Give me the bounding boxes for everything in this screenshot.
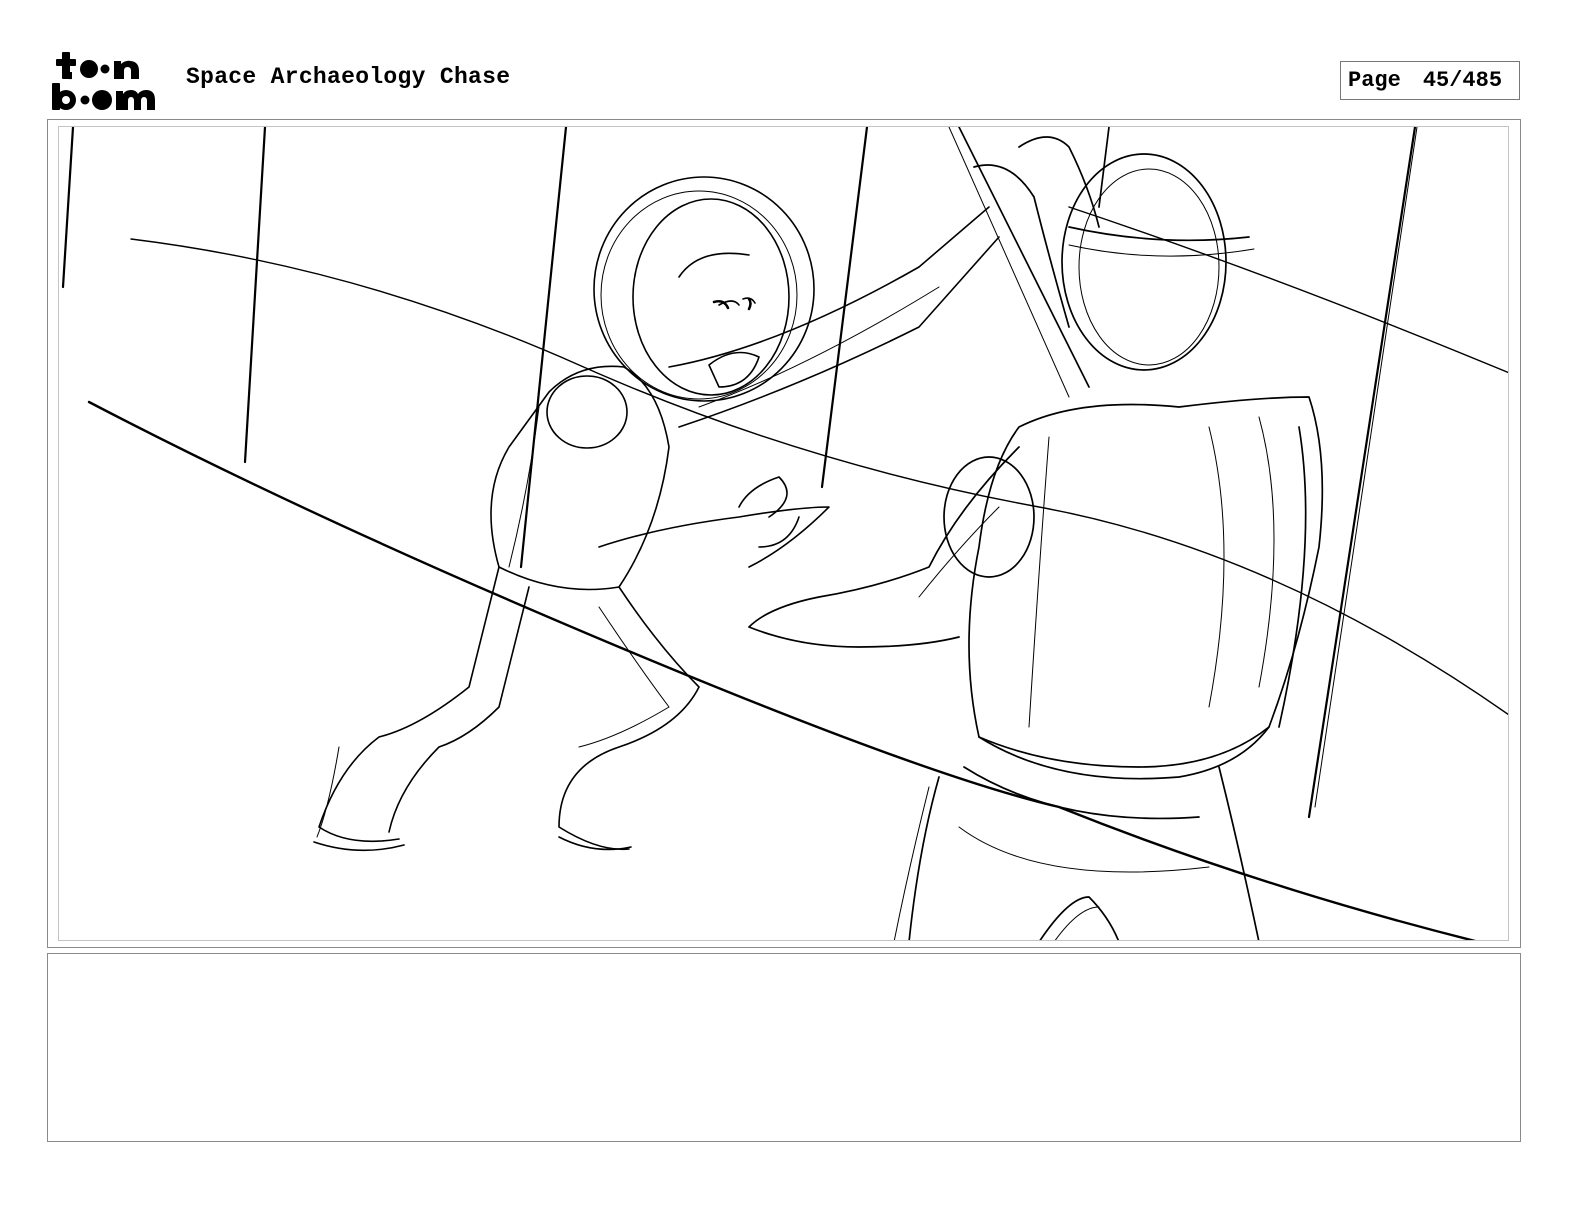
storyboard-panel [47, 119, 1521, 948]
page-indicator: Page 45/485 [1340, 61, 1520, 100]
page-number: 45/485 [1422, 68, 1503, 93]
panel-notes-box [47, 953, 1521, 1142]
storyboard-sketch [61, 127, 1508, 940]
project-title: Space Archaeology Chase [186, 64, 511, 90]
page-label: Page [1348, 68, 1401, 93]
toonboom-logo [50, 50, 164, 112]
panel-image-area [58, 126, 1509, 941]
